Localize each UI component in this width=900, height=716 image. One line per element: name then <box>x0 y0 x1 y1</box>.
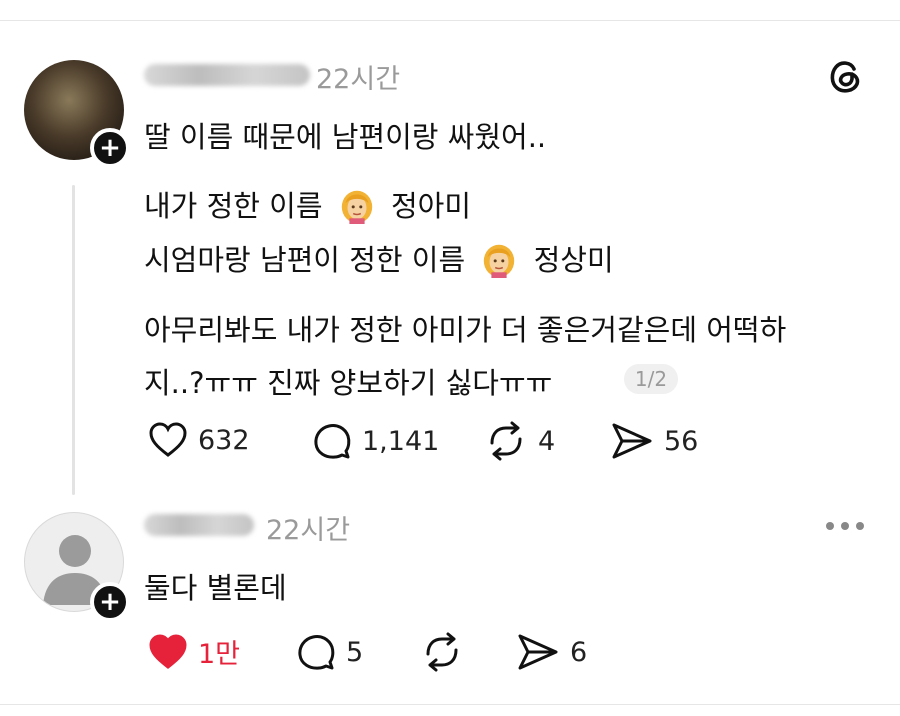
send-icon <box>612 423 652 459</box>
my-name-label: 내가 정한 이름 <box>144 189 323 223</box>
post-like-button[interactable]: 632 <box>148 421 250 459</box>
post-like-count: 632 <box>198 424 250 456</box>
woman-emoji-icon <box>341 190 372 224</box>
post-repost-count: 4 <box>538 425 556 457</box>
comment-bubble-icon <box>298 635 335 670</box>
post-timestamp: 22시간 <box>316 64 401 95</box>
post-repost-button[interactable]: 4 <box>484 421 555 461</box>
more-dots-icon[interactable] <box>826 522 864 530</box>
post-line-5: 지..?ㅠㅠ 진짜 양보하기 싫다ㅠㅠ <box>144 366 553 400</box>
carousel-page-indicator: 1/2 <box>624 364 678 394</box>
follow-plus-icon[interactable]: + <box>90 128 130 168</box>
reply-like-button[interactable]: 1만 <box>148 632 240 671</box>
post-comment-button[interactable]: 1,141 <box>312 421 439 461</box>
reply-author-username-blurred[interactable] <box>144 514 254 536</box>
top-divider <box>0 20 900 21</box>
thread-connector-line <box>72 185 75 495</box>
reply-text: 둘다 별론데 <box>144 571 287 605</box>
threads-icon[interactable] <box>824 55 866 97</box>
name-option-1: 정아미 <box>390 189 472 223</box>
repost-icon <box>426 632 458 672</box>
heart-icon <box>149 633 187 669</box>
reply-share-count: 6 <box>570 636 588 668</box>
post-line-1: 딸 이름 때문에 남편이랑 싸웠어.. <box>144 120 547 154</box>
post-comment-count: 1,141 <box>362 425 440 457</box>
woman-emoji-icon <box>484 244 515 278</box>
post-share-count: 56 <box>664 425 699 457</box>
follow-plus-icon[interactable]: + <box>90 582 130 622</box>
reply-share-button[interactable]: 6 <box>516 632 587 672</box>
post-line-3: 시엄마랑 남편이 정한 이름 정상미 <box>144 237 614 279</box>
heart-icon <box>149 422 187 457</box>
name-option-2: 정상미 <box>533 243 614 277</box>
reply-comment-count: 5 <box>346 636 364 668</box>
bottom-divider <box>0 704 900 705</box>
post-line-2: 내가 정한 이름 정아미 <box>144 183 471 225</box>
in-law-name-label: 시엄마랑 남편이 정한 이름 <box>144 243 466 277</box>
reply-like-count: 1만 <box>198 639 241 670</box>
reply-comment-button[interactable]: 5 <box>296 632 363 672</box>
reply-repost-button[interactable] <box>420 632 464 672</box>
post-share-button[interactable]: 56 <box>610 421 698 461</box>
reply-timestamp: 22시간 <box>266 515 351 546</box>
post-author-username-blurred[interactable] <box>144 64 310 86</box>
send-icon <box>518 634 558 670</box>
post-line-4: 아무리봐도 내가 정한 아미가 더 좋은거같은데 어떡하 <box>144 313 787 347</box>
repost-icon <box>490 421 522 461</box>
comment-bubble-icon <box>314 424 351 459</box>
